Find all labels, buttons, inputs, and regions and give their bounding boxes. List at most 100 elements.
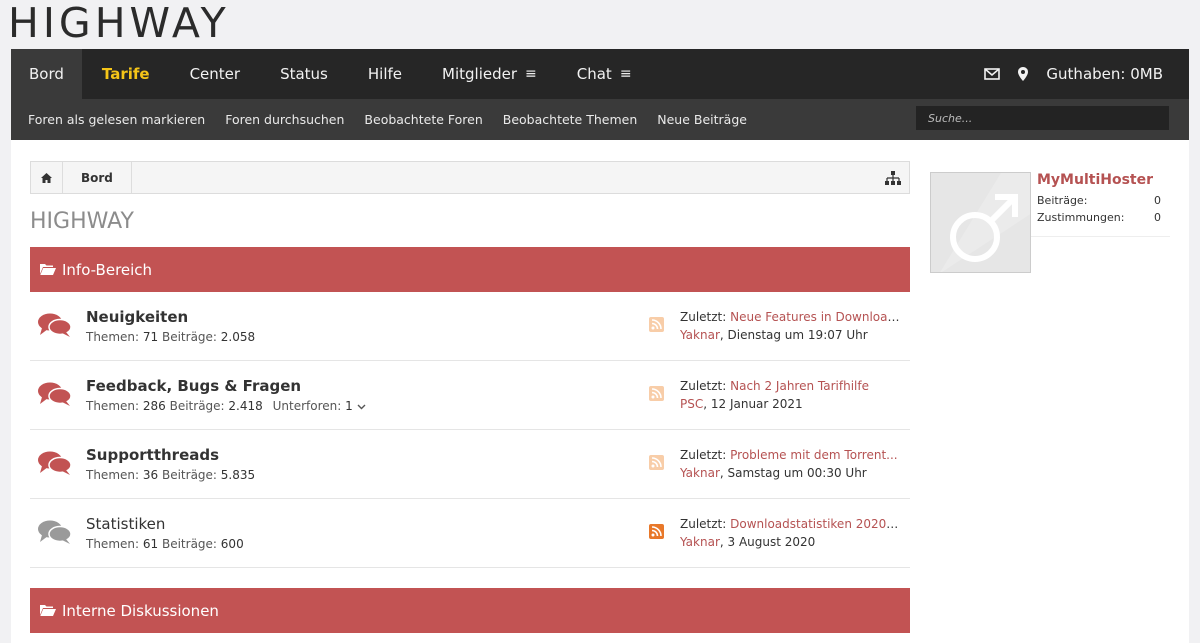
site-logo[interactable]: HIGHWAY xyxy=(8,0,230,47)
forum-stats: Themen: 71 Beiträge: 2.058 xyxy=(86,330,255,344)
rss-icon[interactable] xyxy=(649,455,664,470)
forum-row: Neuigkeiten Themen: 71 Beiträge: 2.058 Z… xyxy=(30,292,910,361)
sub-navigation: Foren als gelesen markieren Foren durchs… xyxy=(11,99,1189,140)
chevron-down-icon xyxy=(357,404,366,410)
stat-value: 1 xyxy=(345,399,353,413)
last-post-date: , Dienstag um 19:07 Uhr xyxy=(719,328,868,342)
page-title: HIGHWAY xyxy=(30,209,134,234)
stat-label: Unterforen: xyxy=(272,399,342,413)
forum-stats: Themen: 61 Beiträge: 600 xyxy=(86,537,244,551)
breadcrumb-label: Bord xyxy=(81,170,113,185)
nav-tab-label: Center xyxy=(189,65,241,83)
avatar[interactable] xyxy=(930,172,1031,273)
stat-value: 5.835 xyxy=(220,468,256,482)
folder-open-icon xyxy=(40,263,56,276)
forum-unread-icon xyxy=(38,450,72,476)
credit-balance[interactable]: Guthaben: 0MB xyxy=(1046,65,1163,83)
stat-label: Beiträge: xyxy=(161,330,217,344)
logo-text: HIGHWAY xyxy=(8,0,230,47)
nav-tab-label: Tarife xyxy=(101,65,150,83)
last-post-user-link[interactable]: PSC xyxy=(680,397,703,411)
last-post-date: , Samstag um 00:30 Uhr xyxy=(719,466,867,480)
last-post-link[interactable]: Probleme mit dem Torrent... xyxy=(730,448,897,462)
nav-tab-chat[interactable]: Chat ≡ xyxy=(557,49,652,99)
home-icon[interactable] xyxy=(31,162,63,193)
last-post-user-link[interactable]: Yaknar xyxy=(680,466,720,480)
stat-value: 2.418 xyxy=(228,399,263,413)
forum-unread-icon xyxy=(38,312,72,338)
category-header[interactable]: Interne Diskussionen xyxy=(30,588,910,633)
nav-tab-label: Bord xyxy=(29,65,64,83)
search-forums-link[interactable]: Foren durchsuchen xyxy=(225,112,344,127)
profile-card: MyMultiHoster Beiträge: 0 Zustimmungen: … xyxy=(930,162,1170,273)
stat-value: 36 xyxy=(142,468,159,482)
profile-likes: Zustimmungen: 0 xyxy=(1037,211,1161,224)
last-post-label: Zuletzt: xyxy=(680,379,727,393)
last-post-user-link[interactable]: Yaknar xyxy=(680,535,720,549)
subforums-toggle[interactable]: Unterforen: 1 xyxy=(273,399,366,413)
forum-row: Statistiken Themen: 61 Beiträge: 600 Zul… xyxy=(30,499,910,568)
forum-title-link[interactable]: Feedback, Bugs & Fragen xyxy=(86,377,301,395)
forum-row: Feedback, Bugs & Fragen Themen: 286 Beit… xyxy=(30,361,910,430)
last-post-link[interactable]: Neue Features in Download... xyxy=(730,310,900,324)
stat-value: 71 xyxy=(142,330,159,344)
nav-tab-tarife[interactable]: Tarife xyxy=(82,49,170,99)
forum-title-link[interactable]: Supportthreads xyxy=(86,446,219,464)
category-header[interactable]: Info-Bereich xyxy=(30,247,910,292)
nav-tab-label: Hilfe xyxy=(367,65,403,83)
forum-row: Supportthreads Themen: 36 Beiträge: 5.83… xyxy=(30,430,910,499)
sitemap-icon[interactable] xyxy=(885,170,901,186)
last-post-info: Zuletzt: Neue Features in Download... Ya… xyxy=(680,308,900,344)
menu-icon[interactable]: ≡ xyxy=(620,66,632,82)
watched-forums-link[interactable]: Beobachtete Foren xyxy=(364,112,482,127)
posts-value: 0 xyxy=(1154,194,1161,207)
mark-read-link[interactable]: Foren als gelesen markieren xyxy=(28,112,205,127)
new-posts-link[interactable]: Neue Beiträge xyxy=(657,112,747,127)
profile-username[interactable]: MyMultiHoster xyxy=(1037,172,1153,188)
last-post-user-link[interactable]: Yaknar xyxy=(680,328,720,342)
category-title: Interne Diskussionen xyxy=(62,601,219,620)
stat-label: Themen: xyxy=(86,537,140,551)
last-post-link[interactable]: Downloadstatistiken 2020 ff. xyxy=(730,517,900,531)
posts-label: Beiträge: xyxy=(1037,194,1088,207)
last-post-date: , 12 Januar 2021 xyxy=(703,397,803,411)
last-post-date: , 3 August 2020 xyxy=(719,535,816,549)
account-area: Guthaben: 0MB xyxy=(984,49,1189,99)
search-input[interactable]: Suche... xyxy=(916,106,1169,130)
nav-tab-center[interactable]: Center xyxy=(170,49,261,99)
last-post-label: Zuletzt: xyxy=(680,448,727,462)
envelope-icon[interactable] xyxy=(984,68,1001,80)
nav-tab-bord[interactable]: Bord xyxy=(11,49,82,99)
last-post-label: Zuletzt: xyxy=(680,310,727,324)
stat-label: Beiträge: xyxy=(161,537,217,551)
menu-icon[interactable]: ≡ xyxy=(525,66,537,82)
nav-tab-hilfe[interactable]: Hilfe xyxy=(348,49,422,99)
watched-threads-link[interactable]: Beobachtete Themen xyxy=(503,112,638,127)
nav-tab-status[interactable]: Status xyxy=(260,49,348,99)
stat-value: 600 xyxy=(220,537,244,551)
forum-title-link[interactable]: Statistiken xyxy=(86,515,165,533)
breadcrumb-item[interactable]: Bord xyxy=(63,162,132,193)
last-post-label: Zuletzt: xyxy=(680,517,727,531)
stat-value: 2.058 xyxy=(220,330,256,344)
stat-value: 286 xyxy=(142,399,166,413)
forum-unread-icon xyxy=(38,381,72,407)
map-marker-icon[interactable] xyxy=(1018,67,1029,81)
last-post-link[interactable]: Nach 2 Jahren Tarifhilfe xyxy=(730,379,869,393)
rss-icon[interactable] xyxy=(649,386,664,401)
rss-icon[interactable] xyxy=(649,524,664,539)
stat-label: Beiträge: xyxy=(169,399,225,413)
likes-label: Zustimmungen: xyxy=(1037,211,1125,224)
nav-tab-mitglieder[interactable]: Mitglieder ≡ xyxy=(422,49,557,99)
likes-value: 0 xyxy=(1154,211,1161,224)
forum-title-link[interactable]: Neuigkeiten xyxy=(86,308,188,326)
category-title: Info-Bereich xyxy=(62,260,153,279)
stat-label: Themen: xyxy=(86,330,140,344)
folder-open-icon xyxy=(40,604,56,617)
forum-read-icon xyxy=(38,519,72,545)
forum-stats: Themen: 36 Beiträge: 5.835 xyxy=(86,468,255,482)
nav-tab-label: Chat xyxy=(576,65,612,83)
search-placeholder: Suche... xyxy=(928,111,973,125)
rss-icon[interactable] xyxy=(649,317,664,332)
nav-tab-label: Mitglieder xyxy=(442,65,518,83)
